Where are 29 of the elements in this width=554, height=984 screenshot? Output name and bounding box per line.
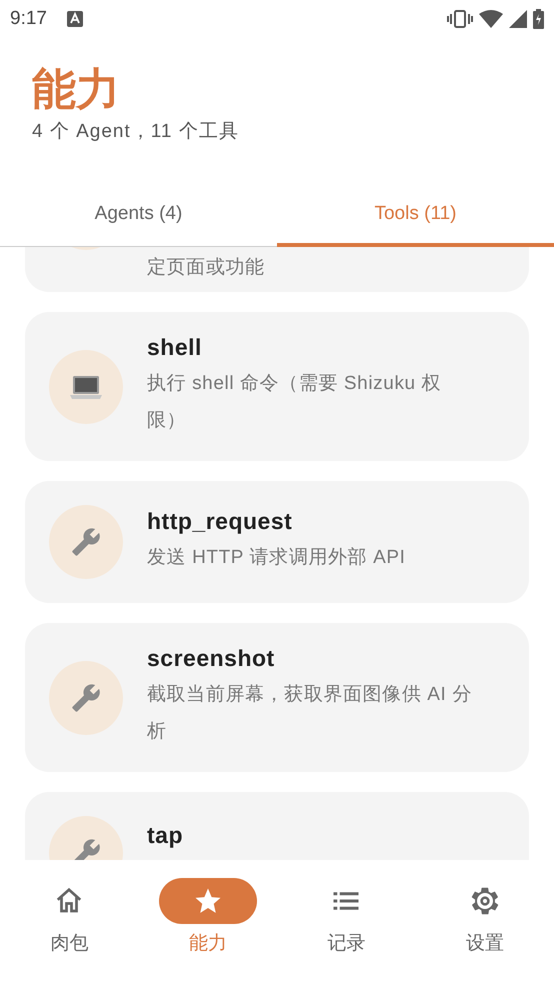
tool-name: tap (147, 822, 184, 849)
tool-card[interactable]: http_request 发送 HTTP 请求调用外部 API (25, 481, 529, 603)
tool-name: shell (147, 334, 203, 361)
nav-label[interactable]: 记录 (327, 930, 366, 956)
tool-name: screenshot (147, 645, 276, 672)
vibrate-icon (447, 10, 473, 28)
tool-card[interactable]: shell 执行 shell 命令（需要 Shizuku 权限） (25, 312, 529, 461)
keyboard-app-icon (66, 11, 83, 27)
tool-description: 定页面或功能 (147, 256, 266, 280)
tool-description: 发送 HTTP 请求调用外部 API (147, 546, 407, 570)
signal-icon (509, 10, 527, 28)
clock: 9:17 (10, 8, 47, 30)
tool-name: http_request (147, 508, 294, 535)
battery-icon (533, 9, 544, 29)
nav-indicator[interactable] (158, 878, 257, 924)
nav-label[interactable]: 肉包 (50, 930, 88, 956)
tab[interactable]: Agents (4) (0, 184, 277, 247)
tool-card[interactable]: screenshot 截取当前屏幕，获取界面图像供 AI 分析 (25, 623, 529, 772)
wrench-icon (71, 527, 101, 557)
page-subtitle: 4 个 Agent，11 个工具 (32, 120, 240, 144)
tool-card[interactable]: 定页面或功能 (25, 247, 529, 292)
nav-label[interactable]: 能力 (188, 930, 227, 956)
tool-description: 执行 shell 命令（需要 Shizuku 权限） (147, 372, 442, 433)
tool-description: 截取当前屏幕，获取界面图像供 AI 分析 (147, 683, 473, 744)
wrench-icon (71, 682, 101, 712)
page-title: 能力 (32, 64, 121, 116)
tool-card[interactable]: tap (25, 792, 529, 860)
nav-label[interactable]: 设置 (466, 930, 504, 956)
wifi-icon (479, 10, 503, 28)
